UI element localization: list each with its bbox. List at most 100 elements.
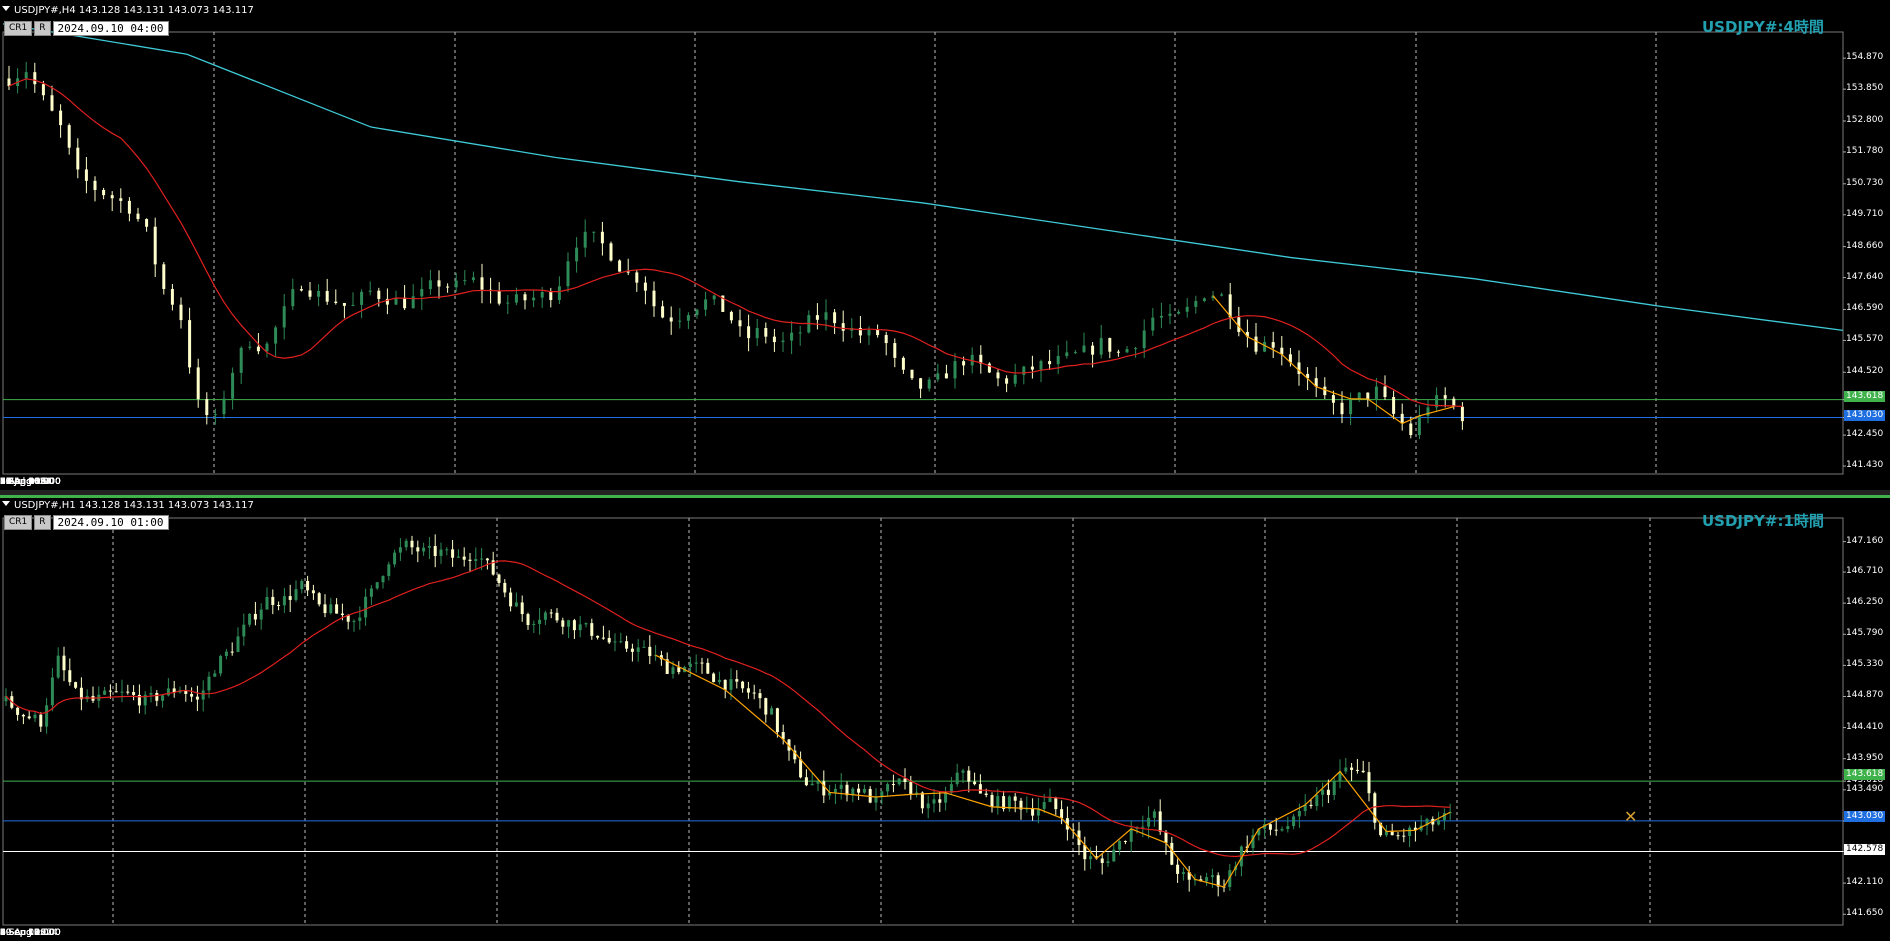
candle-bear	[1108, 338, 1112, 352]
candle-bull	[619, 641, 623, 643]
r-button[interactable]: R	[34, 515, 51, 530]
candle-bear	[1383, 386, 1387, 398]
candle-bull	[236, 636, 240, 652]
h1-chart-header: USDJPY#,H1 143.128 143.131 143.073 143.1…	[2, 500, 254, 512]
candle-bear	[630, 648, 634, 652]
candle-bear	[723, 679, 727, 690]
candle-bull	[514, 294, 518, 303]
candle-bull	[463, 280, 467, 282]
h1-datetime-field[interactable]: 2024.09.10 01:00	[52, 515, 169, 530]
cr1-button[interactable]: CR1	[4, 515, 33, 530]
candle-bull	[1022, 366, 1026, 375]
candle-bear	[145, 219, 149, 227]
candle-bull	[248, 346, 252, 348]
candle-bull	[1039, 361, 1043, 370]
price-tick-label: 150.730	[1846, 177, 1884, 188]
candle-bear	[416, 547, 420, 552]
candle-bear	[1170, 842, 1174, 865]
candle-bear	[735, 679, 739, 682]
price-tick-label: 143.950	[1846, 752, 1884, 763]
h1-blue-line-price-tag: 143.030	[1844, 811, 1886, 822]
candle-bull	[1159, 315, 1163, 318]
candle-bull	[368, 290, 372, 292]
candle-bear	[758, 693, 762, 699]
candle-bull	[1125, 349, 1129, 353]
candle-bull	[506, 302, 510, 304]
candle-bull	[454, 280, 458, 288]
candle-bear	[1309, 804, 1313, 806]
candle-bull	[445, 549, 449, 551]
candle-bear	[607, 637, 611, 643]
price-tick-label: 146.710	[1846, 566, 1884, 577]
candle-bear	[503, 582, 507, 593]
chart-frame	[2, 517, 1844, 926]
candle-bear	[21, 714, 25, 717]
candle-bear	[342, 302, 346, 306]
candle-bear	[903, 778, 907, 783]
candle-bear	[1228, 294, 1232, 318]
candle-bull	[1205, 877, 1209, 882]
candle-bull	[387, 564, 391, 577]
candle-bull	[375, 582, 379, 589]
candle-bull	[1065, 352, 1069, 357]
candle-bear	[652, 290, 656, 307]
candle-bull	[1263, 342, 1267, 352]
candle-bear	[323, 604, 327, 614]
candle-bull	[480, 558, 484, 560]
candle-bear	[1060, 809, 1064, 819]
candle-bear	[944, 373, 948, 379]
candle-bear	[1031, 808, 1035, 816]
candle-bull	[575, 247, 579, 262]
candle-bear	[480, 277, 484, 290]
h1-toolbar: CR1 R 2024.09.10 01:00	[4, 515, 169, 530]
candle-bull	[329, 604, 333, 614]
h1-white-line-price-tag: 142.578	[1844, 844, 1886, 855]
zigzag-indicator	[655, 654, 1451, 888]
candle-bull	[369, 588, 373, 597]
candle-bear	[815, 315, 819, 320]
candle-bull	[1321, 789, 1325, 795]
candle-bull	[1292, 816, 1296, 827]
candle-bear	[978, 784, 982, 794]
candle-bull	[149, 693, 153, 695]
candle-bear	[967, 770, 971, 782]
candle-bear	[901, 357, 905, 370]
candle-bear	[403, 297, 407, 309]
candle-bull	[781, 340, 785, 343]
h1-chart-pane[interactable]: USDJPY#,H1 143.128 143.131 143.073 143.1…	[0, 498, 1890, 941]
dropdown-triangle-icon[interactable]	[2, 501, 10, 506]
h1-header-text: USDJPY#,H1 143.128 143.131 143.073 143.1…	[14, 500, 254, 511]
candle-bear	[451, 549, 455, 558]
candle-bull	[1357, 392, 1361, 399]
candle-bear	[256, 346, 260, 352]
candle-bull	[538, 619, 542, 624]
candle-bear	[990, 795, 994, 807]
moving-average-fast	[5, 560, 1451, 858]
candle-bear	[299, 289, 303, 291]
candle-bull	[636, 647, 640, 652]
candle-bull	[1437, 820, 1441, 825]
candle-bull	[103, 690, 107, 695]
candle-bull	[1344, 767, 1348, 772]
h1-chart-canvas[interactable]	[0, 498, 1890, 941]
candle-bear	[62, 655, 66, 671]
candle-bear	[377, 290, 381, 299]
dropdown-triangle-icon[interactable]	[2, 6, 10, 11]
candle-bull	[798, 332, 802, 334]
cr1-button[interactable]: CR1	[4, 21, 33, 36]
candle-bull	[352, 620, 356, 622]
candle-bear	[1268, 824, 1272, 830]
h4-chart-pane[interactable]: USDJPY#,H4 143.128 143.131 143.073 143.1…	[0, 0, 1890, 490]
candle-bear	[772, 336, 776, 343]
h4-chart-canvas[interactable]	[0, 0, 1890, 490]
candle-bull	[996, 796, 1000, 807]
r-button[interactable]: R	[34, 21, 51, 36]
candle-bear	[1350, 767, 1354, 770]
candle-bull	[1210, 875, 1214, 878]
pane-separator[interactable]	[0, 490, 1890, 498]
candle-bear	[526, 614, 530, 625]
price-tick-label: 142.110	[1846, 877, 1884, 888]
candle-bear	[764, 698, 768, 715]
candle-bull	[1099, 338, 1103, 355]
h4-datetime-field[interactable]: 2024.09.10 04:00	[52, 21, 169, 36]
